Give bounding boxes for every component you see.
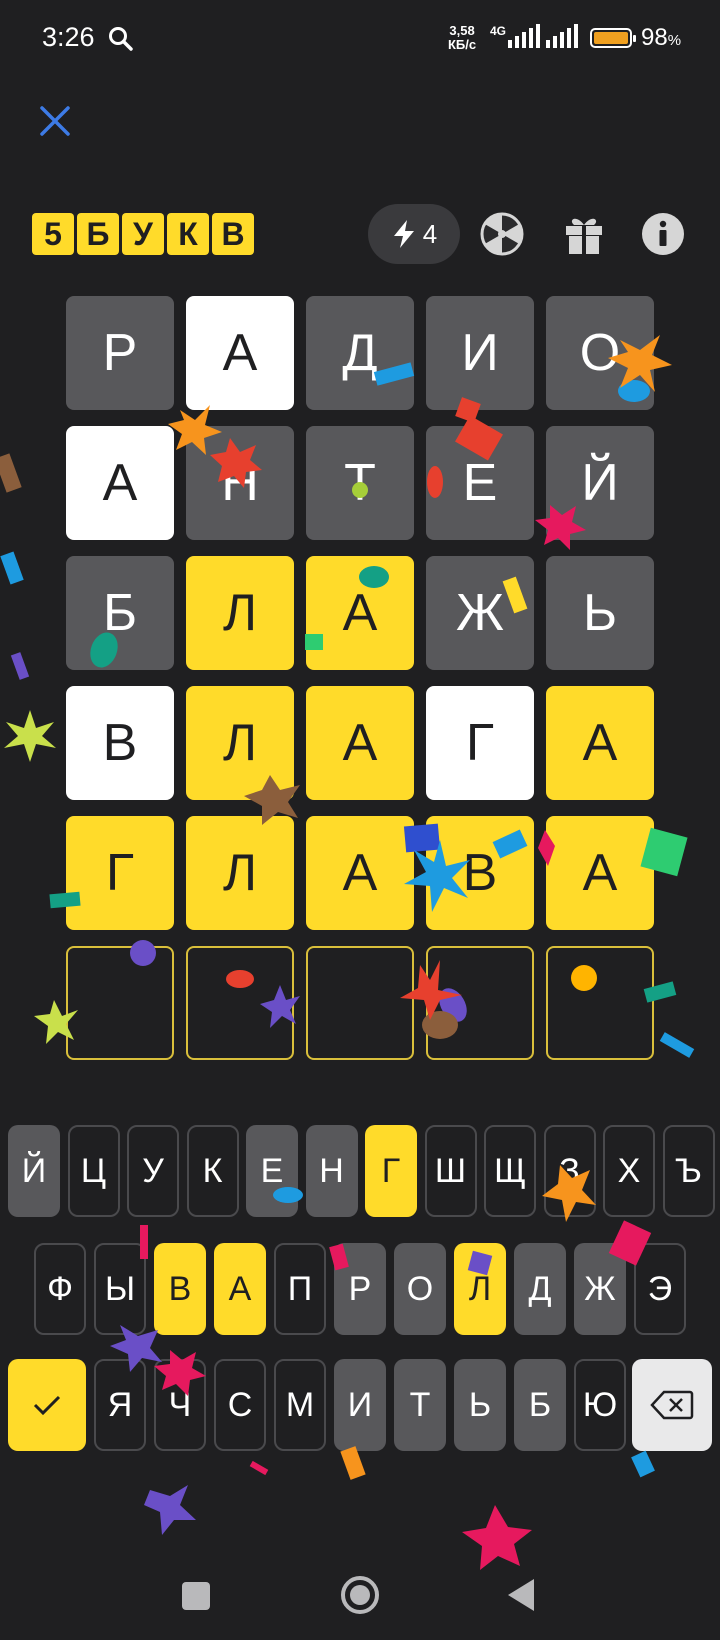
key-3[interactable]: В	[154, 1243, 206, 1335]
key-10[interactable]: З	[543, 1125, 596, 1217]
logo-letter: В	[212, 213, 254, 255]
key-7[interactable]: Г	[365, 1125, 417, 1217]
board-tile	[546, 946, 654, 1060]
board-tile: Т	[306, 426, 414, 540]
key-6[interactable]: Т	[394, 1359, 446, 1451]
board-tile: А	[186, 296, 294, 410]
key-2[interactable]: Ы	[94, 1243, 146, 1335]
check-icon	[33, 1395, 61, 1416]
key-11[interactable]: Х	[603, 1125, 655, 1217]
board-tile: Г	[426, 686, 534, 800]
key-2[interactable]: Ц	[67, 1125, 120, 1217]
key-12[interactable]: Ъ	[662, 1125, 715, 1217]
key-5[interactable]: Е	[246, 1125, 298, 1217]
board-tile	[186, 946, 294, 1060]
status-bar: 3:26 3,58 КБ/с 4G 98%	[0, 0, 720, 80]
bolt-icon	[393, 220, 414, 248]
key-9[interactable]: Д	[514, 1243, 566, 1335]
search-icon	[109, 27, 133, 51]
board-tile	[66, 946, 174, 1060]
board-tile: А	[306, 816, 414, 930]
board-tile: В	[426, 816, 534, 930]
backspace-button[interactable]	[632, 1359, 712, 1451]
board-tile: Д	[306, 296, 414, 410]
board-tile: Р	[66, 296, 174, 410]
key-6[interactable]: Н	[305, 1125, 358, 1217]
board-tile: Н	[186, 426, 294, 540]
clock: 3:26	[42, 22, 95, 52]
key-4[interactable]: А	[214, 1243, 266, 1335]
key-10[interactable]: Ж	[574, 1243, 626, 1335]
battery-level: 98%	[641, 24, 682, 51]
board-tile: Е	[426, 426, 534, 540]
key-4[interactable]: М	[274, 1359, 326, 1451]
key-7[interactable]: О	[394, 1243, 446, 1335]
wheel-icon[interactable]	[480, 212, 524, 256]
key-3[interactable]: У	[127, 1125, 179, 1217]
board-tile: А	[306, 556, 414, 670]
signal-icon-2	[546, 24, 578, 48]
info-icon[interactable]	[641, 212, 685, 256]
system-nav-bar	[0, 1560, 720, 1640]
board-tile: Л	[186, 686, 294, 800]
board-tile: Й	[546, 426, 654, 540]
board-tile: Г	[66, 816, 174, 930]
game-logo: 5 Б У К В	[32, 213, 254, 255]
key-9[interactable]: Щ	[484, 1125, 536, 1217]
key-5[interactable]: И	[334, 1359, 386, 1451]
board-tile: А	[66, 426, 174, 540]
board-tile: А	[306, 686, 414, 800]
board-tile: А	[546, 686, 654, 800]
key-7[interactable]: Ь	[454, 1359, 506, 1451]
board-tile	[306, 946, 414, 1060]
board-tile: Ж	[426, 556, 534, 670]
hints-button[interactable]: 4	[368, 204, 460, 264]
key-3[interactable]: С	[214, 1359, 266, 1451]
key-1[interactable]: Ф	[34, 1243, 86, 1335]
key-5[interactable]: П	[274, 1243, 326, 1335]
logo-letter: 5	[32, 213, 74, 255]
back-triangle-icon[interactable]	[506, 1577, 536, 1613]
key-8[interactable]: Л	[454, 1243, 506, 1335]
close-icon[interactable]	[38, 104, 72, 138]
board-tile: Л	[186, 556, 294, 670]
board-tile	[426, 946, 534, 1060]
game-board: РАДИОАНТЕЙБЛАЖЬВЛАГАГЛАВА	[66, 296, 654, 1060]
board-tile: О	[546, 296, 654, 410]
board-tile: И	[426, 296, 534, 410]
key-8[interactable]: Б	[514, 1359, 566, 1451]
board-tile: А	[546, 816, 654, 930]
logo-letter: У	[122, 213, 164, 255]
board-tile: Б	[66, 556, 174, 670]
recents-square-icon[interactable]	[182, 1582, 210, 1610]
network-speed-unit: КБ/с	[448, 37, 477, 52]
hints-count: 4	[422, 218, 438, 249]
keyboard-row-2: ФЫВАПРОЛДЖЭ	[0, 1243, 720, 1335]
logo-letter: К	[167, 213, 209, 255]
keyboard-row-3: ЯЧСМИТЬБЮ	[0, 1359, 720, 1451]
board-tile: Ь	[546, 556, 654, 670]
key-11[interactable]: Э	[634, 1243, 686, 1335]
key-1[interactable]: Я	[94, 1359, 146, 1451]
battery-icon	[590, 28, 636, 48]
signal-icon	[508, 24, 540, 48]
board-tile: Л	[186, 816, 294, 930]
network-speed-value: 3,58	[449, 23, 475, 38]
key-4[interactable]: К	[186, 1125, 239, 1217]
board-tile: В	[66, 686, 174, 800]
gift-icon[interactable]	[562, 212, 606, 256]
key-1[interactable]: Й	[8, 1125, 60, 1217]
key-9[interactable]: Ю	[574, 1359, 626, 1451]
network-speed: 3,58 КБ/с	[448, 24, 476, 52]
key-2[interactable]: Ч	[154, 1359, 206, 1451]
backspace-icon	[650, 1390, 694, 1420]
key-6[interactable]: Р	[334, 1243, 386, 1335]
enter-button[interactable]	[8, 1359, 86, 1451]
home-circle-icon[interactable]	[340, 1575, 380, 1615]
keyboard-row-1: ЙЦУКЕНГШЩЗХЪ	[0, 1125, 720, 1217]
key-8[interactable]: Ш	[424, 1125, 477, 1217]
logo-letter: Б	[77, 213, 119, 255]
network-type: 4G	[490, 24, 507, 38]
